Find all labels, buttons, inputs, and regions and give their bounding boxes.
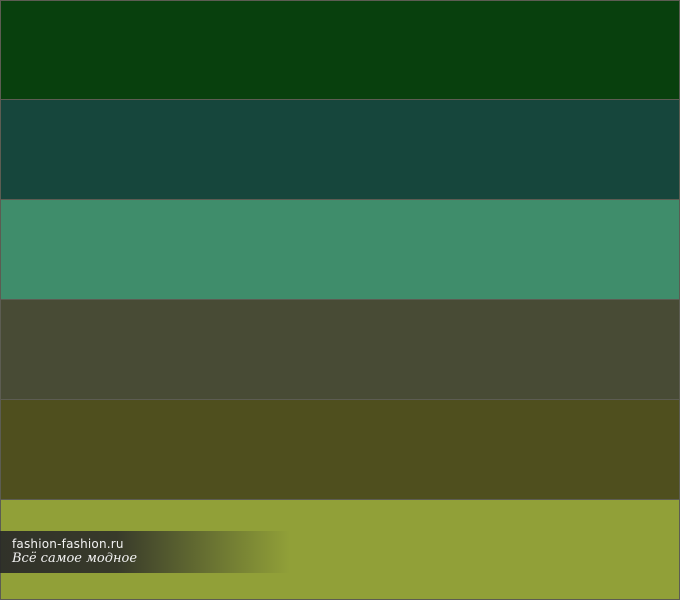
color-swatch-1 xyxy=(0,0,680,100)
watermark-tagline: Всё самое модное xyxy=(12,551,138,566)
watermark: fashion-fashion.ru Всё самое модное xyxy=(0,531,290,573)
color-swatch-3 xyxy=(0,200,680,300)
color-swatch-5 xyxy=(0,400,680,500)
watermark-site: fashion-fashion.ru xyxy=(12,537,124,551)
color-swatch-4 xyxy=(0,300,680,400)
color-swatch-2 xyxy=(0,100,680,200)
color-palette: fashion-fashion.ru Всё самое модное xyxy=(0,0,680,600)
